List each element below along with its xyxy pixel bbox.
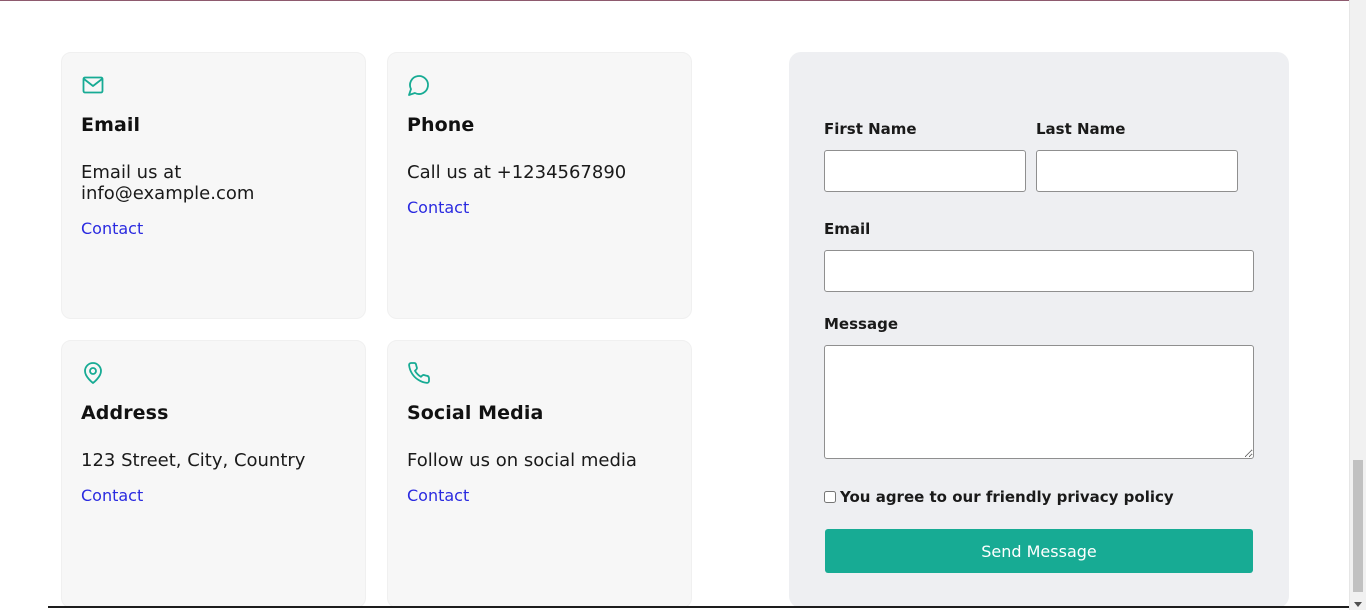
contact-card-phone: Phone Call us at +1234567890 Contact: [387, 52, 692, 319]
card-title: Social Media: [407, 402, 544, 424]
message-textarea[interactable]: [824, 345, 1254, 459]
email-field[interactable]: [824, 250, 1254, 292]
card-description: 123 Street, City, Country: [81, 450, 306, 471]
card-description: Follow us on social media: [407, 450, 637, 471]
contact-card-email: Email Email us at info@example.com Conta…: [61, 52, 366, 319]
last-name-field[interactable]: [1036, 150, 1238, 192]
card-title: Address: [81, 402, 169, 424]
contact-link[interactable]: Contact: [407, 198, 469, 217]
card-title: Phone: [407, 114, 475, 136]
send-message-button[interactable]: Send Message: [825, 529, 1253, 573]
contact-card-social-media: Social Media Follow us on social media C…: [387, 340, 692, 608]
card-title: Email: [81, 114, 141, 136]
bottom-divider: [48, 606, 1349, 608]
privacy-consent[interactable]: You agree to our friendly privacy policy: [824, 488, 1174, 506]
last-name-label: Last Name: [1036, 120, 1126, 138]
privacy-checkbox[interactable]: [824, 491, 836, 503]
contact-card-address: Address 123 Street, City, Country Contac…: [61, 340, 366, 608]
contact-link[interactable]: Contact: [407, 486, 469, 505]
contact-form: First Name Last Name Email Message You a…: [789, 52, 1289, 608]
chat-bubble-icon: [408, 75, 429, 96]
first-name-label: First Name: [824, 120, 917, 138]
map-pin-icon: [84, 362, 102, 384]
vertical-scrollbar[interactable]: [1349, 0, 1366, 610]
scrollbar-thumb[interactable]: [1353, 460, 1363, 592]
scroll-down-arrow-icon[interactable]: [1354, 602, 1362, 607]
contact-link[interactable]: Contact: [81, 219, 143, 238]
card-description: Email us at info@example.com: [81, 162, 255, 204]
card-description: Call us at +1234567890: [407, 162, 627, 183]
phone-icon: [408, 362, 430, 384]
message-wrapper: [824, 345, 1254, 459]
mail-icon: [82, 76, 104, 94]
email-label: Email: [824, 220, 871, 238]
contact-link[interactable]: Contact: [81, 486, 143, 505]
top-divider: [0, 0, 1349, 1]
privacy-consent-label: You agree to our friendly privacy policy: [840, 488, 1174, 506]
message-label: Message: [824, 315, 898, 333]
first-name-field[interactable]: [824, 150, 1026, 192]
